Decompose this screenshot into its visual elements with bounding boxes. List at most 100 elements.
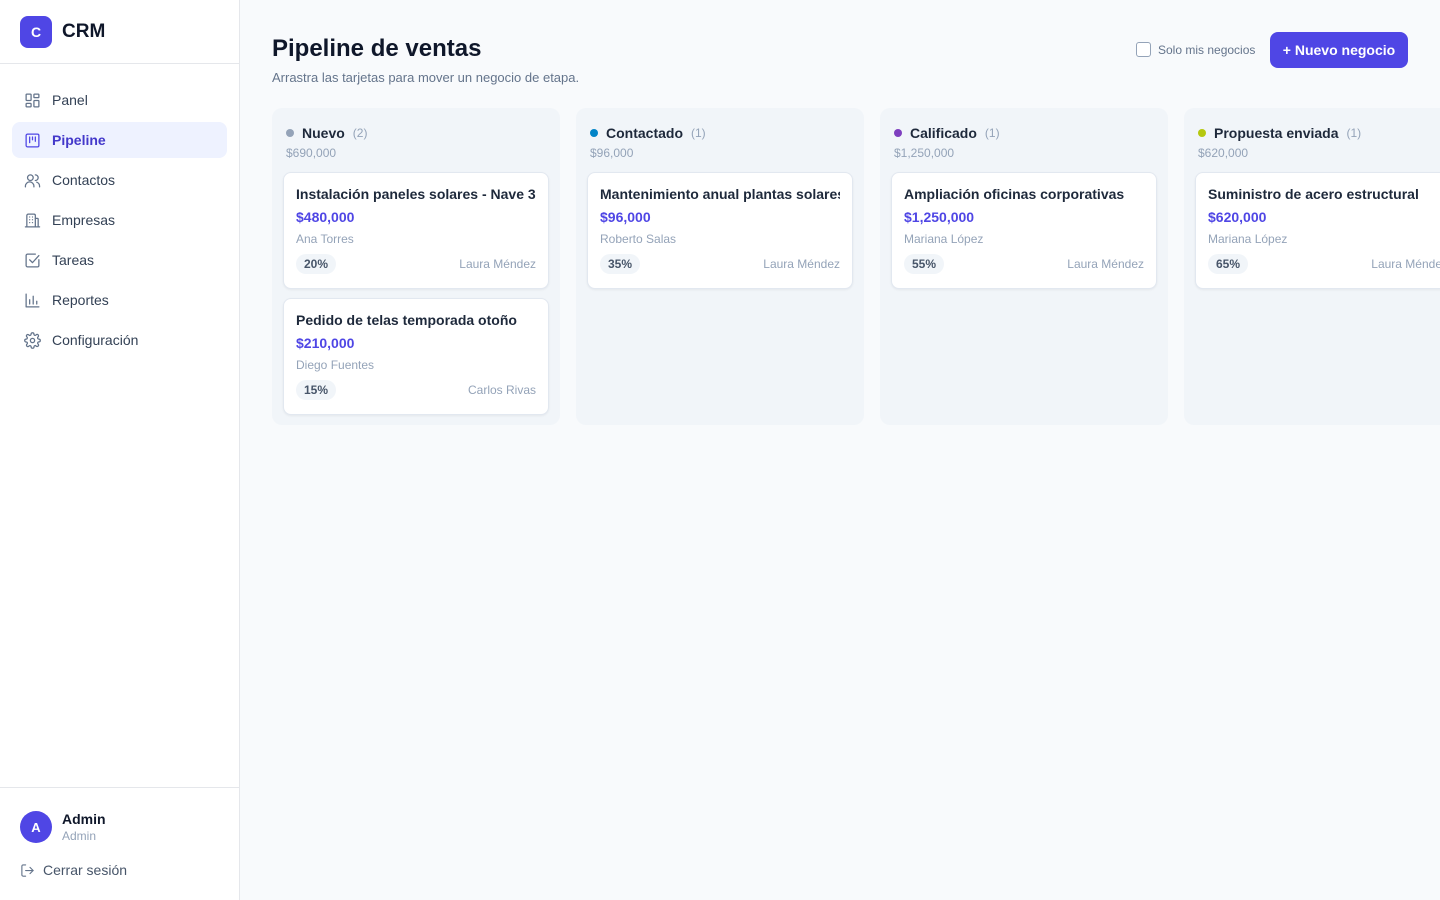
- deal-footer: 20% Laura Méndez: [296, 254, 536, 274]
- user-row: A Admin Admin: [20, 810, 219, 844]
- deal-title: Pedido de telas temporada otoño: [296, 312, 517, 328]
- deal-owner: Laura Méndez: [459, 257, 536, 271]
- bar-chart-icon: [24, 292, 41, 309]
- deal-footer: 55% Laura Méndez: [904, 254, 1144, 274]
- user-role: Admin: [62, 829, 97, 843]
- deal-owner: Laura Méndez: [1371, 257, 1440, 271]
- deal-card[interactable]: Pedido de telas temporada otoño $210,000…: [283, 298, 549, 415]
- user-info: Admin Admin: [62, 810, 106, 844]
- stage-column-nuevo: Nuevo (2) $690,000 Instalación paneles s…: [272, 108, 560, 425]
- deal-owner: Laura Méndez: [763, 257, 840, 271]
- deal-contact: Ana Torres: [296, 232, 354, 246]
- stage-total: $96,000: [590, 146, 634, 160]
- building-icon: [24, 212, 41, 229]
- deal-probability-badge: 20%: [296, 254, 337, 274]
- brand: C CRM: [0, 0, 239, 64]
- sidebar-item-label: Configuración: [52, 332, 139, 348]
- sidebar-item-contactos[interactable]: Contactos: [12, 162, 227, 198]
- stage-column-propuesta-enviada: Propuesta enviada (1) $620,000 Suministr…: [1184, 108, 1440, 425]
- logout-icon: [21, 863, 34, 877]
- user-panel: A Admin Admin Cerrar sesión: [0, 787, 239, 900]
- brand-name: CRM: [62, 20, 106, 42]
- deal-card[interactable]: Mantenimiento anual plantas solares $96,…: [587, 172, 853, 289]
- stage-name: Calificado: [910, 124, 977, 141]
- sidebar-item-label: Pipeline: [52, 132, 106, 148]
- main-content: Pipeline de ventas Arrastra las tarjetas…: [240, 0, 1440, 900]
- sidebar-item-panel[interactable]: Panel: [12, 82, 227, 118]
- stage-dot: [1198, 128, 1206, 137]
- stage-header: Contactado (1): [587, 108, 853, 141]
- stage-header: Propuesta enviada (1): [1195, 108, 1440, 141]
- deal-title: Instalación paneles solares - Nave 3: [296, 186, 536, 202]
- deal-probability-badge: 35%: [600, 254, 641, 274]
- deal-contact: Mariana López: [1208, 232, 1288, 246]
- deal-owner: Laura Méndez: [1067, 257, 1144, 271]
- deal-amount: $480,000: [296, 209, 355, 225]
- pipeline-board: Nuevo (2) $690,000 Instalación paneles s…: [272, 108, 1440, 425]
- sidebar-item-configuracion[interactable]: Configuración: [12, 322, 227, 358]
- sidebar-item-label: Tareas: [52, 252, 95, 268]
- users-icon: [24, 172, 41, 189]
- logout-button[interactable]: Cerrar sesión: [20, 862, 219, 878]
- only-my-deals-filter[interactable]: Solo mis negocios: [1136, 42, 1255, 57]
- sidebar-item-label: Reportes: [52, 292, 109, 308]
- deal-footer: 15% Carlos Rivas: [296, 380, 536, 400]
- page-subtitle: Arrastra las tarjetas para mover un nego…: [272, 70, 580, 85]
- deal-probability-badge: 55%: [904, 254, 945, 274]
- stage-name: Contactado: [606, 124, 683, 141]
- stage-dot: [894, 128, 902, 137]
- sidebar: C CRM Panel Pipeline Contactos Empresas …: [0, 0, 240, 900]
- deal-amount: $96,000: [600, 209, 651, 225]
- stage-dot: [590, 128, 598, 137]
- sidebar-item-tareas[interactable]: Tareas: [12, 242, 227, 278]
- sidebar-nav: Panel Pipeline Contactos Empresas Tareas: [0, 64, 239, 358]
- logout-label: Cerrar sesión: [43, 862, 128, 878]
- stage-name: Nuevo: [302, 124, 345, 141]
- sidebar-item-pipeline[interactable]: Pipeline: [12, 122, 227, 158]
- stage-column-calificado: Calificado (1) $1,250,000 Ampliación ofi…: [880, 108, 1168, 425]
- only-my-deals-label: Solo mis negocios: [1158, 42, 1256, 57]
- stage-count: (1): [1346, 125, 1362, 140]
- stage-header: Calificado (1): [891, 108, 1157, 141]
- deal-footer: 65% Laura Méndez: [1208, 254, 1440, 274]
- sidebar-item-label: Empresas: [52, 212, 116, 228]
- stage-total: $1,250,000: [894, 146, 955, 160]
- deal-title: Ampliación oficinas corporativas: [904, 186, 1125, 202]
- deal-contact: Mariana López: [904, 232, 984, 246]
- deal-probability-badge: 65%: [1208, 254, 1249, 274]
- user-name: Admin: [62, 811, 106, 827]
- deal-owner: Carlos Rivas: [467, 383, 536, 397]
- stage-total: $620,000: [1198, 146, 1249, 160]
- stage-count: (1): [984, 125, 1000, 140]
- page-title: Pipeline de ventas: [272, 35, 482, 62]
- deal-amount: $1,250,000: [904, 209, 975, 225]
- deal-contact: Diego Fuentes: [296, 358, 375, 372]
- deal-probability-badge: 15%: [296, 380, 337, 400]
- deal-footer: 35% Laura Méndez: [600, 254, 840, 274]
- stage-count: (2): [352, 125, 368, 140]
- sidebar-item-reportes[interactable]: Reportes: [12, 282, 227, 318]
- deal-amount: $210,000: [296, 335, 355, 351]
- gear-icon: [24, 331, 41, 349]
- deal-contact: Roberto Salas: [600, 232, 677, 246]
- stage-name: Propuesta enviada: [1214, 124, 1339, 141]
- stage-total: $690,000: [286, 146, 337, 160]
- deal-amount: $620,000: [1208, 209, 1267, 225]
- stage-header: Nuevo (2): [283, 108, 549, 141]
- deal-card[interactable]: Ampliación oficinas corporativas $1,250,…: [891, 172, 1157, 289]
- stage-column-contactado: Contactado (1) $96,000 Mantenimiento anu…: [576, 108, 864, 425]
- new-deal-button[interactable]: + Nuevo negocio: [1270, 32, 1408, 68]
- sidebar-item-empresas[interactable]: Empresas: [12, 202, 227, 238]
- brand-logo[interactable]: C: [20, 15, 52, 48]
- deal-card[interactable]: Suministro de acero estructural $620,000…: [1195, 172, 1440, 289]
- dashboard-icon: [24, 92, 41, 109]
- checkbox-icon: [24, 252, 41, 269]
- kanban-icon: [24, 132, 41, 149]
- sidebar-item-label: Contactos: [52, 172, 116, 188]
- deal-card[interactable]: Instalación paneles solares - Nave 3 $48…: [283, 172, 549, 289]
- sidebar-item-label: Panel: [52, 92, 88, 108]
- deal-title: Mantenimiento anual plantas solares: [600, 186, 840, 202]
- only-my-deals-checkbox[interactable]: [1136, 42, 1151, 57]
- avatar[interactable]: A: [20, 811, 52, 843]
- deal-title: Suministro de acero estructural: [1208, 186, 1419, 202]
